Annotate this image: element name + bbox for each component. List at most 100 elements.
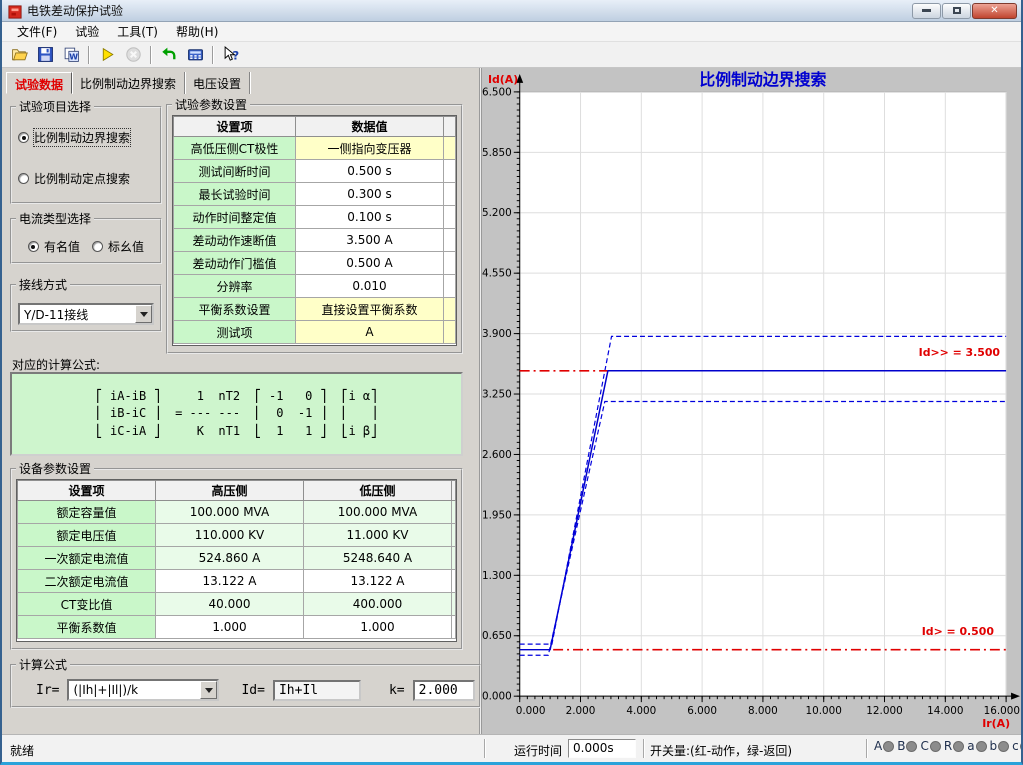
param-value-cell[interactable]: 直接设置平衡系数	[296, 298, 444, 321]
svg-text:Ir(A): Ir(A)	[982, 717, 1010, 730]
table-row: 平衡系数设置直接设置平衡系数	[174, 298, 456, 321]
status-ready-text: 就绪	[10, 742, 34, 759]
test-item-option-1[interactable]: 比例制动定点搜索	[18, 170, 156, 187]
undo-button[interactable]	[156, 44, 182, 66]
export-word-button[interactable]: W	[58, 44, 84, 66]
indicator-letter: B	[897, 739, 905, 753]
switch-indicator-b: b	[990, 739, 1010, 753]
radio-icon[interactable]	[92, 241, 103, 252]
calculator-button[interactable]	[182, 44, 208, 66]
save-button[interactable]	[32, 44, 58, 66]
low-side-value-cell[interactable]: 11.000 KV	[304, 524, 452, 547]
high-side-value-cell[interactable]: 13.122 A	[156, 570, 304, 593]
param-name-cell: 测试间断时间	[174, 160, 296, 183]
svg-text:8.000: 8.000	[748, 705, 778, 717]
param-name-cell: 差动动作速断值	[174, 229, 296, 252]
threshold-annotation: Id> = 0.500	[922, 625, 995, 638]
device-params-table: 设置项高压侧低压侧额定容量值100.000 MVA100.000 MVA额定电压…	[17, 480, 456, 639]
switch-indicator-C: C	[920, 739, 940, 753]
test-params-table-holder: 设置项数据值高低压侧CT极性一侧指向变压器测试间断时间0.500 s最长试验时间…	[172, 115, 457, 346]
test-params-table: 设置项数据值高低压侧CT极性一侧指向变压器测试间断时间0.500 s最长试验时间…	[173, 116, 456, 344]
tab-voltage-settings[interactable]: 电压设置	[185, 72, 250, 94]
run-test-button[interactable]	[94, 44, 120, 66]
open-button[interactable]	[6, 44, 32, 66]
table-row: 动作时间整定值0.100 s	[174, 206, 456, 229]
svg-text:0.000: 0.000	[482, 691, 512, 703]
chart-panel: 0.0002.0004.0006.0008.00010.00012.00014.…	[481, 68, 1021, 734]
id-formula-field[interactable]: Ih+Il	[273, 680, 361, 701]
stop-test-button[interactable]	[120, 44, 146, 66]
wiring-group-title: 接线方式	[16, 276, 70, 293]
menu-test[interactable]: 试验	[66, 21, 108, 42]
menu-tools[interactable]: 工具(T)	[108, 21, 167, 42]
col-header: 设置项	[174, 117, 296, 137]
low-side-value-cell[interactable]: 13.122 A	[304, 570, 452, 593]
indicator-lamp-icon	[953, 741, 964, 752]
menu-file[interactable]: 文件(F)	[8, 21, 66, 42]
param-value-cell[interactable]: 0.010	[296, 275, 444, 298]
param-name-cell: 高低压侧CT极性	[174, 137, 296, 160]
switch-indicators: ABCRabcrEe	[874, 739, 1023, 753]
table-row: CT变比值40.000400.000	[18, 593, 456, 616]
k-value-field[interactable]: 2.000	[413, 680, 475, 701]
param-value-cell[interactable]: 0.500 A	[296, 252, 444, 275]
table-row: 高低压侧CT极性一侧指向变压器	[174, 137, 456, 160]
high-side-value-cell[interactable]: 40.000	[156, 593, 304, 616]
toolbar-separator	[150, 46, 152, 64]
radio-icon[interactable]	[28, 241, 39, 252]
minimize-button[interactable]	[912, 3, 941, 19]
param-name-cell: 一次额定电流值	[18, 547, 156, 570]
threshold-annotation: Id>> = 3.500	[919, 346, 1001, 359]
low-side-value-cell[interactable]: 100.000 MVA	[304, 501, 452, 524]
low-side-value-cell[interactable]: 400.000	[304, 593, 452, 616]
param-value-cell[interactable]: 0.500 s	[296, 160, 444, 183]
status-bar: 就绪 运行时间 0.000s 开关量:(红-动作，绿-返回) ABCRabcrE…	[2, 734, 1021, 762]
chevron-down-icon[interactable]	[135, 305, 152, 323]
chevron-down-icon[interactable]	[200, 681, 217, 699]
wiring-combobox[interactable]: Y/D-11接线	[18, 303, 154, 325]
param-value-cell[interactable]: 0.300 s	[296, 183, 444, 206]
high-side-value-cell[interactable]: 524.860 A	[156, 547, 304, 570]
test-item-group: 试验项目选择 比例制动边界搜索比例制动定点搜索	[10, 98, 162, 204]
svg-text:Id(A): Id(A)	[488, 73, 518, 86]
tab-test-data[interactable]: 试验数据	[6, 72, 72, 94]
menu-help[interactable]: 帮助(H)	[167, 21, 227, 42]
app-window: 电铁差动保护试验 ✕ 文件(F) 试验 工具(T) 帮助(H) W ? 试验数据…	[0, 0, 1023, 765]
test-item-option-0[interactable]: 比例制动边界搜索	[18, 129, 156, 146]
close-button[interactable]: ✕	[972, 3, 1017, 19]
low-side-value-cell[interactable]: 5248.640 A	[304, 547, 452, 570]
svg-text:3.250: 3.250	[482, 389, 512, 401]
context-help-button[interactable]: ?	[218, 44, 244, 66]
menu-bar: 文件(F) 试验 工具(T) 帮助(H)	[2, 22, 1021, 42]
maximize-button[interactable]	[942, 3, 971, 19]
app-icon	[8, 4, 22, 18]
radio-icon[interactable]	[18, 132, 29, 143]
param-value-cell[interactable]: 3.500 A	[296, 229, 444, 252]
tab-ratio-boundary-search[interactable]: 比例制动边界搜索	[72, 72, 185, 94]
svg-text:6.500: 6.500	[482, 86, 512, 98]
current-type-option-0[interactable]: 有名值	[28, 238, 80, 255]
param-value-cell[interactable]: 一侧指向变压器	[296, 137, 444, 160]
high-side-value-cell[interactable]: 100.000 MVA	[156, 501, 304, 524]
ir-formula-combobox[interactable]: (|Ih|+|Il|)/k	[67, 679, 219, 701]
current-type-option-label: 标幺值	[108, 238, 144, 255]
wiring-combobox-value: Y/D-11接线	[24, 306, 88, 323]
svg-text:?: ?	[232, 48, 239, 62]
radio-icon[interactable]	[18, 173, 29, 184]
col-header: 低压侧	[304, 481, 452, 501]
high-side-value-cell[interactable]: 1.000	[156, 616, 304, 639]
param-value-cell[interactable]: 0.100 s	[296, 206, 444, 229]
svg-text:3.900: 3.900	[482, 328, 512, 340]
param-name-cell: 动作时间整定值	[174, 206, 296, 229]
indicator-lamp-icon	[883, 741, 894, 752]
device-params-group: 设备参数设置 设置项高压侧低压侧额定容量值100.000 MVA100.000 …	[10, 460, 463, 650]
high-side-value-cell[interactable]: 110.000 KV	[156, 524, 304, 547]
current-type-option-1[interactable]: 标幺值	[92, 238, 144, 255]
status-separator	[866, 739, 868, 758]
status-separator	[643, 739, 645, 758]
stop-icon	[125, 46, 142, 63]
param-name-cell: 差动动作门槛值	[174, 252, 296, 275]
param-value-cell[interactable]: A	[296, 321, 444, 344]
svg-text:14.000: 14.000	[927, 705, 963, 717]
low-side-value-cell[interactable]: 1.000	[304, 616, 452, 639]
